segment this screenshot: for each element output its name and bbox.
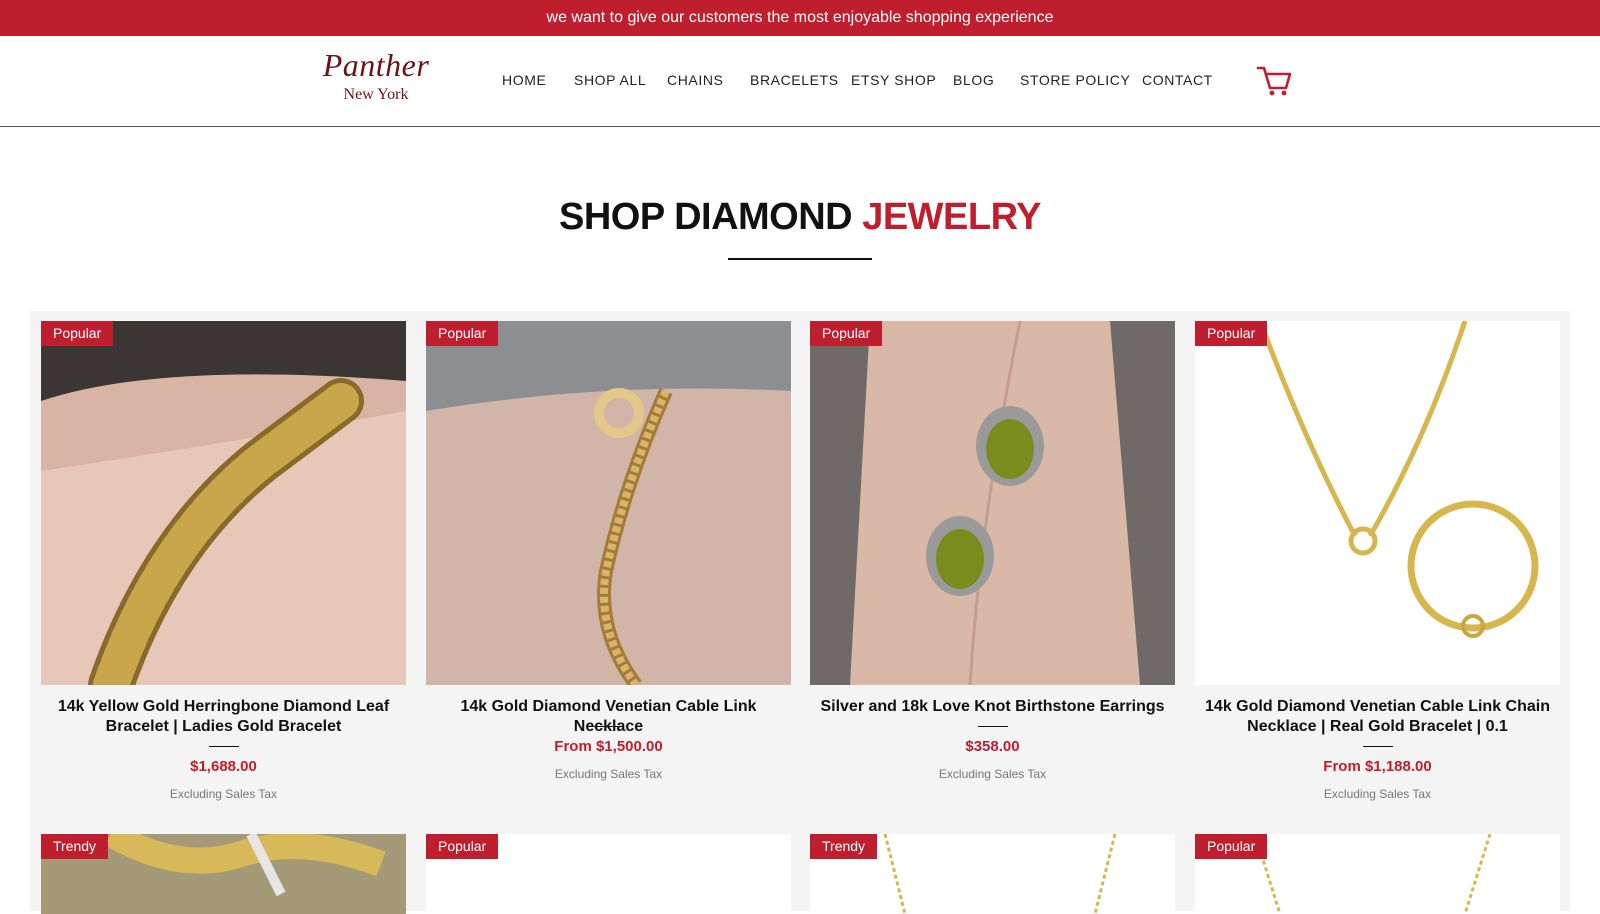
product-tax-note: Excluding Sales Tax bbox=[938, 767, 1047, 781]
product-tax-note: Excluding Sales Tax bbox=[554, 767, 663, 781]
product-image[interactable]: Popular bbox=[1195, 321, 1560, 685]
product-image[interactable]: Popular bbox=[426, 834, 791, 914]
nav-home[interactable]: HOME bbox=[502, 72, 546, 88]
title-rule bbox=[978, 726, 1008, 727]
title-rule bbox=[1363, 746, 1393, 747]
section-title-main: SHOP DIAMOND bbox=[559, 196, 853, 238]
product-price: From $1,188.00 bbox=[1323, 758, 1432, 775]
product-price: From $1,500.00 bbox=[554, 738, 663, 755]
announcement-bar: we want to give our customers the most e… bbox=[0, 0, 1600, 36]
product-badge: Trendy bbox=[41, 834, 109, 859]
nav-bracelets[interactable]: BRACELETS bbox=[750, 72, 839, 88]
product-title[interactable]: Silver and 18k Love Knot Birthstone Earr… bbox=[820, 697, 1165, 717]
product-badge: Popular bbox=[426, 834, 499, 859]
nav-contact[interactable]: CONTACT bbox=[1142, 72, 1213, 88]
product-badge: Popular bbox=[1195, 834, 1268, 859]
section-title-accent: JEWELRY bbox=[862, 196, 1041, 238]
product-badge: Popular bbox=[41, 321, 114, 346]
product-badge: Trendy bbox=[810, 834, 878, 859]
product-image[interactable]: Trendy bbox=[41, 834, 406, 914]
main-nav: HOME SHOP ALL CHAINS BRACELETS ETSY SHOP… bbox=[0, 36, 1600, 126]
nav-blog[interactable]: BLOG bbox=[953, 72, 994, 88]
product-badge: Popular bbox=[1195, 321, 1268, 346]
site-header: Panther New York HOME SHOP ALL CHAINS BR… bbox=[0, 36, 1600, 127]
product-badge: Popular bbox=[810, 321, 883, 346]
section-title: SHOP DIAMOND JEWELRY bbox=[0, 196, 1600, 239]
product-image[interactable]: Popular bbox=[41, 321, 406, 685]
title-rule bbox=[209, 746, 239, 747]
product-tax-note: Excluding Sales Tax bbox=[169, 787, 278, 801]
product-image[interactable]: Trendy bbox=[810, 834, 1175, 914]
product-price: $1,688.00 bbox=[190, 758, 257, 775]
product-price: $358.00 bbox=[965, 738, 1020, 755]
title-underline bbox=[728, 258, 872, 260]
title-rule bbox=[594, 726, 624, 727]
product-title[interactable]: 14k Yellow Gold Herringbone Diamond Leaf… bbox=[51, 697, 396, 737]
nav-chains[interactable]: CHAINS bbox=[667, 72, 724, 88]
product-image[interactable]: Popular bbox=[426, 321, 791, 685]
nav-etsy-shop[interactable]: ETSY SHOP bbox=[851, 72, 936, 88]
nav-store-policy[interactable]: STORE POLICY bbox=[1020, 72, 1130, 88]
product-tax-note: Excluding Sales Tax bbox=[1323, 787, 1432, 801]
product-image[interactable]: Popular bbox=[810, 321, 1175, 685]
product-image[interactable]: Popular bbox=[1195, 834, 1560, 914]
product-title[interactable]: 14k Gold Diamond Venetian Cable Link Nec… bbox=[436, 697, 781, 737]
announcement-text: we want to give our customers the most e… bbox=[546, 9, 1054, 26]
nav-shop-all[interactable]: SHOP ALL bbox=[574, 72, 646, 88]
cart-icon[interactable] bbox=[1256, 64, 1292, 98]
product-badge: Popular bbox=[426, 321, 499, 346]
product-title[interactable]: 14k Gold Diamond Venetian Cable Link Cha… bbox=[1205, 697, 1550, 737]
